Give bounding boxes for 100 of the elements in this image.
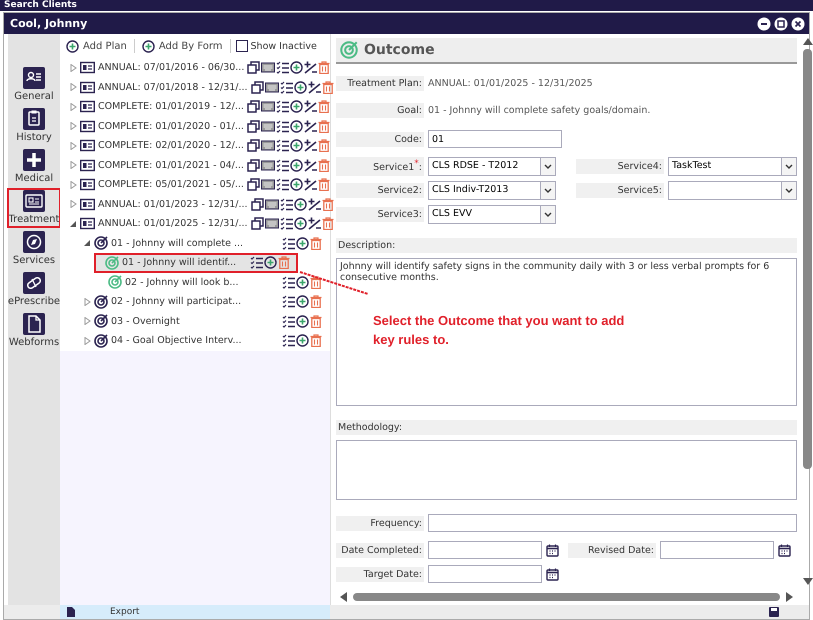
plus-minus-icon [304, 120, 317, 133]
tree-item-label: 04 - Goal Objective Interv... [111, 335, 243, 346]
target-icon [94, 294, 108, 309]
tree-row[interactable]: 02 - Johnny will look b... [60, 272, 330, 292]
expand-icon [83, 317, 91, 326]
checklist-icon [276, 178, 289, 192]
treatment-plan-value: ANNUAL: 01/01/2025 - 12/31/2025 [428, 78, 593, 89]
service-dropdown[interactable]: CLS Indiv-T2013 [428, 181, 556, 200]
trash-icon [310, 295, 322, 308]
revised-date-field[interactable] [660, 541, 774, 559]
tree-item-label: COMPLETE: 05/01/2021 - 05/... [98, 179, 244, 190]
chevron-down-icon [785, 188, 793, 194]
field-label: Methodology: [336, 420, 797, 435]
tree-row[interactable]: ANNUAL: 07/01/2016 - 06/30... [60, 58, 330, 78]
nav-item[interactable]: Treatment [8, 189, 60, 227]
add-icon [290, 158, 303, 172]
copy-icon [246, 120, 260, 133]
service-dropdown[interactable] [668, 181, 797, 200]
field-label: Treatment Plan: [336, 76, 424, 91]
date-completed-field[interactable] [428, 541, 542, 559]
nav-item[interactable]: General [8, 66, 60, 104]
add-by-form-button[interactable]: Add By Form [140, 40, 225, 52]
keyboard-icon [260, 139, 275, 152]
field-label: Description: [336, 238, 797, 253]
chevron-down-icon [544, 212, 552, 218]
add-icon [294, 217, 307, 230]
checklist-icon [282, 276, 295, 289]
add-icon [264, 256, 277, 270]
tree-row[interactable]: COMPLETE: 02/01/2020 - 12/... [60, 136, 330, 156]
add-icon [290, 61, 304, 74]
checklist-icon [282, 334, 295, 348]
plus-minus-icon [304, 139, 317, 152]
frequency-field[interactable] [428, 514, 797, 532]
horizontal-scrollbar[interactable] [340, 591, 793, 603]
methodology-field[interactable] [336, 440, 797, 500]
add-icon [290, 100, 303, 114]
keyboard-icon [264, 80, 279, 94]
nav-item[interactable]: History [8, 107, 60, 145]
scroll-up-icon [802, 38, 812, 45]
code-field[interactable]: 01 [428, 130, 562, 148]
trash-icon [278, 256, 290, 270]
calendar-icon [546, 544, 559, 556]
tree-item-label: ANNUAL: 07/01/2018 - 12/31/... [98, 82, 248, 93]
tree-row[interactable]: COMPLETE: 01/01/2020 - 01/... [60, 116, 330, 136]
tree-item-label: 02 - Johnny will look b... [125, 276, 240, 288]
plus-minus-icon [304, 61, 318, 74]
id-card-icon [80, 158, 95, 172]
tree-row[interactable]: 01 - Johnny will identif... [94, 253, 298, 272]
checklist-icon [280, 217, 293, 230]
nav-item[interactable]: Services [8, 230, 60, 268]
nav-item[interactable]: ePrescribe [8, 271, 60, 309]
service-dropdown[interactable]: CLS EVV [428, 205, 556, 224]
tree-row[interactable]: ANNUAL: 01/01/2023 - 12/31/... [60, 194, 330, 214]
keyboard-icon [264, 198, 279, 211]
target-date-field[interactable] [428, 565, 542, 583]
service-dropdown[interactable]: TaskTest [668, 157, 797, 176]
add-plan-button[interactable]: Add Plan [64, 40, 129, 52]
scroll-down-icon [802, 578, 812, 585]
tree-row[interactable]: COMPLETE: 01/01/2019 - 12/... [60, 97, 330, 116]
export-button[interactable]: Export [60, 605, 330, 619]
add-icon [296, 236, 309, 250]
tree-row[interactable]: 04 - Goal Objective Interv... [60, 331, 330, 350]
tree-row[interactable]: ANNUAL: 01/01/2025 - 12/31/... [60, 214, 330, 234]
nav-item[interactable]: Webforms [8, 312, 60, 350]
nav-item[interactable]: Medical [8, 148, 60, 186]
expand-icon [69, 142, 77, 150]
tree-row[interactable]: 01 - Johnny will complete ... [60, 234, 330, 253]
copy-icon [250, 198, 264, 211]
tree-row[interactable]: ANNUAL: 07/01/2018 - 12/31/... [60, 78, 330, 97]
checklist-icon [276, 61, 290, 74]
checklist-icon [276, 120, 289, 133]
collapse-icon [69, 220, 77, 228]
keyboard-icon [260, 120, 275, 133]
field-label: Revised Date: [568, 542, 656, 558]
add-icon [290, 120, 303, 133]
trash-icon [322, 198, 334, 211]
expand-icon [69, 122, 77, 130]
field-label: Goal: [336, 103, 424, 118]
tree-row[interactable]: 02 - Johnny will participat... [60, 292, 330, 312]
vertical-scrollbar[interactable] [802, 38, 813, 585]
add-icon [294, 198, 307, 211]
field-label: Code: [336, 132, 424, 146]
expand-icon [69, 161, 77, 170]
pill-icon [23, 272, 45, 294]
keyboard-icon [261, 61, 276, 74]
add-icon [142, 40, 155, 52]
expand-icon [69, 200, 77, 208]
page-title: Search Clients [4, 0, 77, 11]
service-dropdown[interactable]: CLS RDSE - T2012 [428, 157, 556, 176]
add-icon [296, 295, 309, 308]
calendar-icon [546, 568, 559, 580]
tree-row[interactable]: COMPLETE: 05/01/2021 - 05/... [60, 175, 330, 194]
id-card-icon [23, 190, 45, 212]
tree-row[interactable]: 03 - Overnight [60, 312, 330, 331]
target-icon [94, 314, 108, 328]
tree-row[interactable]: COMPLETE: 01/01/2021 - 04/... [60, 156, 330, 175]
expand-icon [69, 83, 77, 92]
keyboard-icon [260, 178, 275, 192]
plus-icon [23, 149, 45, 171]
plus-minus-icon [304, 178, 317, 192]
